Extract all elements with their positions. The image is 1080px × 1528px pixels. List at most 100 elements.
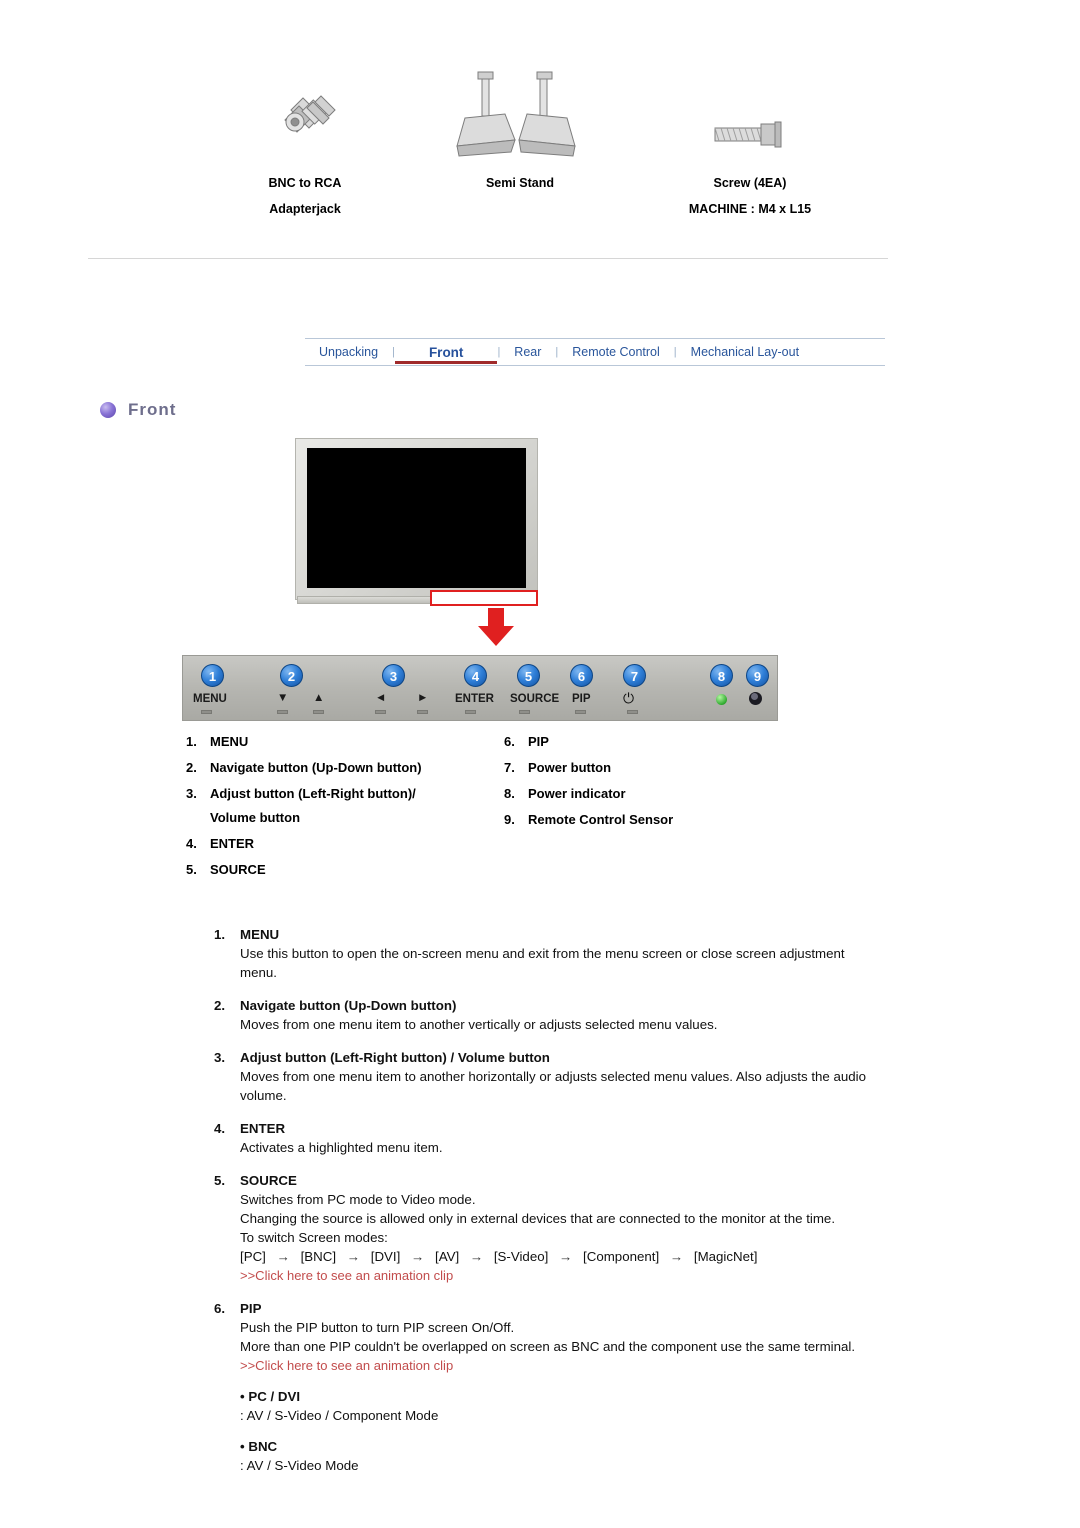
legend-number: 7.	[504, 760, 515, 775]
source-mode-component: [Component]	[583, 1249, 660, 1264]
callout-badge-4: 4	[464, 664, 487, 687]
panel-button-left-icon[interactable]: ◄	[375, 692, 386, 704]
bnc-to-rca-adapter-icon	[190, 70, 420, 166]
tab-unpacking[interactable]: Unpacking	[305, 345, 392, 359]
legend-number: 2.	[186, 760, 197, 775]
legend-number: 4.	[186, 836, 197, 851]
panel-button-down-icon[interactable]: ▼	[277, 692, 288, 704]
detail-body-enter: Activates a highlighted menu item.	[240, 1140, 443, 1155]
legend-number: 9.	[504, 812, 515, 827]
legend-label: MENU	[210, 734, 249, 749]
control-descriptions: 1. MENU Use this button to open the on-s…	[214, 925, 874, 1475]
legend-number: 8.	[504, 786, 515, 801]
detail-heading-menu: 1. MENU	[214, 925, 874, 944]
detail-title: Navigate button (Up-Down button)	[240, 998, 457, 1013]
detail-heading-adjust: 3. Adjust button (Left-Right button) / V…	[214, 1048, 874, 1067]
detail-body-source-2: Changing the source is allowed only in e…	[240, 1211, 836, 1226]
screw-icon	[620, 70, 880, 166]
panel-button-enter-label[interactable]: ENTER	[455, 693, 494, 705]
tab-remote-control[interactable]: Remote Control	[558, 345, 674, 359]
panel-button-up-icon[interactable]: ▲	[313, 692, 324, 704]
callout-badge-5: 5	[517, 664, 540, 687]
panel-button-source-label[interactable]: SOURCE	[510, 693, 559, 705]
panel-button-menu-label[interactable]: MENU	[193, 693, 227, 705]
tab-mechanical-layout[interactable]: Mechanical Lay-out	[677, 345, 813, 359]
pip-sub-body-bnc: : AV / S-Video Mode	[240, 1458, 359, 1473]
detail-body-adjust: Moves from one menu item to another hori…	[240, 1069, 867, 1103]
accessory-label-line2: Adapterjack	[269, 202, 341, 216]
arrow-right-icon: →	[346, 1249, 361, 1264]
animation-clip-link-pip[interactable]: >>Click here to see an animation clip	[240, 1356, 874, 1375]
legend-number: 3.	[186, 786, 197, 801]
legend-label: Power button	[528, 760, 612, 775]
section-tabs[interactable]: Unpacking | Front | Rear | Remote Contro…	[305, 338, 885, 366]
legend-label-sub: Volume button	[210, 810, 301, 825]
source-mode-dvi: [DVI]	[370, 1249, 401, 1264]
legend-item-5: 5. SOURCE	[186, 858, 506, 882]
section-title-text: Front	[128, 400, 177, 419]
detail-body-source-3: To switch Screen modes:	[240, 1230, 388, 1245]
legend-item-9: 9. Remote Control Sensor	[504, 808, 844, 832]
tab-rear[interactable]: Rear	[500, 345, 555, 359]
detail-heading-source: 5. SOURCE	[214, 1171, 874, 1190]
tab-front[interactable]: Front	[394, 340, 498, 364]
panel-button-power-icon[interactable]: ⏻	[623, 690, 634, 707]
detail-heading-enter: 4. ENTER	[214, 1119, 874, 1138]
callout-badge-7: 7	[623, 664, 646, 687]
panel-tick	[519, 710, 530, 714]
pip-subheading-bnc: • BNC	[240, 1439, 278, 1454]
legend-item-6: 6. PIP	[504, 730, 844, 754]
detail-title: PIP	[240, 1301, 262, 1316]
horizontal-divider	[88, 258, 888, 259]
panel-tick	[465, 710, 476, 714]
detail-title: SOURCE	[240, 1173, 297, 1188]
legend-column-right: 6. PIP 7. Power button 8. Power indicato…	[504, 730, 844, 834]
legend-column-left: 1. MENU 2. Navigate button (Up-Down butt…	[186, 730, 506, 884]
detail-body-source-1: Switches from PC mode to Video mode.	[240, 1192, 476, 1207]
callout-badge-6: 6	[570, 664, 593, 687]
accessory-label-line2: MACHINE : M4 x L15	[688, 202, 812, 216]
panel-tick	[201, 710, 212, 714]
arrow-right-icon: →	[469, 1249, 484, 1264]
accessories-row: BNC to RCA Adapterjack Semi Stand Screw …	[190, 70, 890, 230]
callout-badge-8: 8	[710, 664, 733, 687]
legend-label: ENTER	[210, 836, 255, 851]
panel-tick	[627, 710, 638, 714]
source-mode-magicnet: [MagicNet]	[693, 1249, 758, 1264]
source-mode-svideo: [S-Video]	[493, 1249, 549, 1264]
detail-heading-navigate: 2. Navigate button (Up-Down button)	[214, 996, 874, 1015]
callout-badge-9: 9	[746, 664, 769, 687]
accessory-label-line1: Semi Stand	[485, 176, 555, 190]
callout-badge-1: 1	[201, 664, 224, 687]
legend-label: PIP	[528, 734, 549, 749]
accessory-semi-stand: Semi Stand	[430, 70, 610, 192]
callout-badge-2: 2	[280, 664, 303, 687]
pip-sub-body-pc-dvi: : AV / S-Video / Component Mode	[240, 1408, 439, 1423]
panel-button-pip-label[interactable]: PIP	[572, 693, 591, 705]
detail-heading-pip: 6. PIP	[214, 1299, 874, 1318]
page-title: Front	[100, 400, 176, 420]
accessory-screw: Screw (4EA) MACHINE : M4 x L15	[620, 70, 880, 218]
panel-tick	[375, 710, 386, 714]
legend-label: Navigate button (Up-Down button)	[210, 760, 422, 775]
accessory-label-line1: BNC to RCA	[268, 176, 342, 190]
front-control-panel: 1 2 3 4 5 6 7 8 9 MENU ▼ ▲ ◄ ► ENTER SOU…	[182, 655, 778, 721]
legend-label: Adjust button (Left-Right button)/	[210, 786, 416, 801]
arrow-right-icon: →	[669, 1249, 684, 1264]
legend-label: Power indicator	[528, 786, 626, 801]
legend-number: 1.	[186, 734, 197, 749]
panel-tick	[417, 710, 428, 714]
legend-item-7: 7. Power button	[504, 756, 844, 780]
source-mode-sequence: [PC] → [BNC] → [DVI] → [AV] → [S-Video] …	[240, 1247, 874, 1266]
detail-body-pip-2: More than one PIP couldn't be overlapped…	[240, 1339, 856, 1354]
detail-title: Adjust button (Left-Right button) / Volu…	[240, 1050, 550, 1065]
animation-clip-link-source[interactable]: >>Click here to see an animation clip	[240, 1266, 874, 1285]
detail-title: ENTER	[240, 1121, 286, 1136]
panel-button-right-icon[interactable]: ►	[417, 692, 428, 704]
panel-tick	[313, 710, 324, 714]
detail-number: 6.	[214, 1301, 226, 1316]
source-mode-av: [AV]	[435, 1249, 460, 1264]
arrow-right-icon: →	[559, 1249, 573, 1264]
panel-tick	[277, 710, 288, 714]
legend-label: SOURCE	[210, 862, 266, 877]
